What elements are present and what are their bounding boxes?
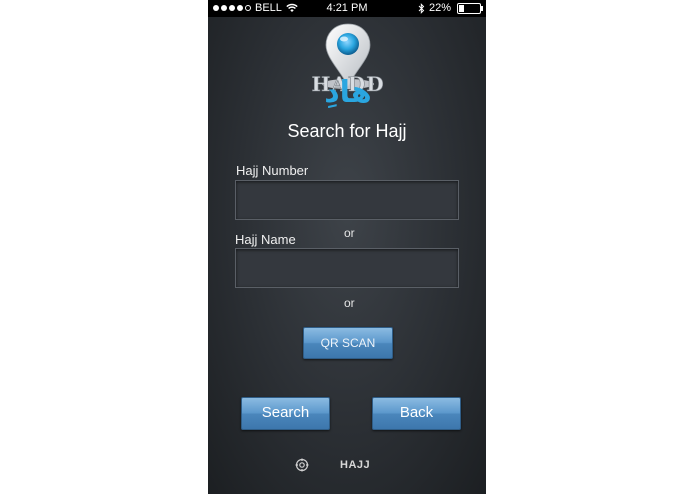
or-separator-1: or (344, 226, 355, 240)
hajj-name-input[interactable] (235, 248, 459, 288)
target-icon[interactable] (295, 458, 309, 472)
battery-percent: 22% (428, 2, 451, 14)
bluetooth-icon (418, 2, 425, 14)
phone-screen: BELL 4:21 PM 22% HADD هادِ Search for Ha… (208, 0, 486, 494)
hajj-name-label: Hajj Name (235, 232, 296, 247)
hajj-number-label: Hajj Number (236, 163, 309, 178)
status-right: 22% (418, 2, 483, 14)
or-separator-2: or (344, 296, 355, 310)
back-button[interactable]: Back (372, 397, 461, 430)
hajj-number-input[interactable] (235, 180, 459, 220)
battery-icon (457, 2, 483, 14)
footer-hajj-label[interactable]: HAJJ (340, 459, 370, 471)
status-bar: BELL 4:21 PM 22% (208, 0, 486, 17)
qr-scan-button[interactable]: QR SCAN (303, 327, 393, 359)
hadd-arabic-wordmark: هادِ (324, 75, 371, 108)
page-title: Search for Hajj (287, 121, 407, 141)
hadd-logo: HADD هادِ (311, 23, 384, 108)
search-button[interactable]: Search (241, 397, 330, 430)
battery-fill (459, 4, 464, 12)
